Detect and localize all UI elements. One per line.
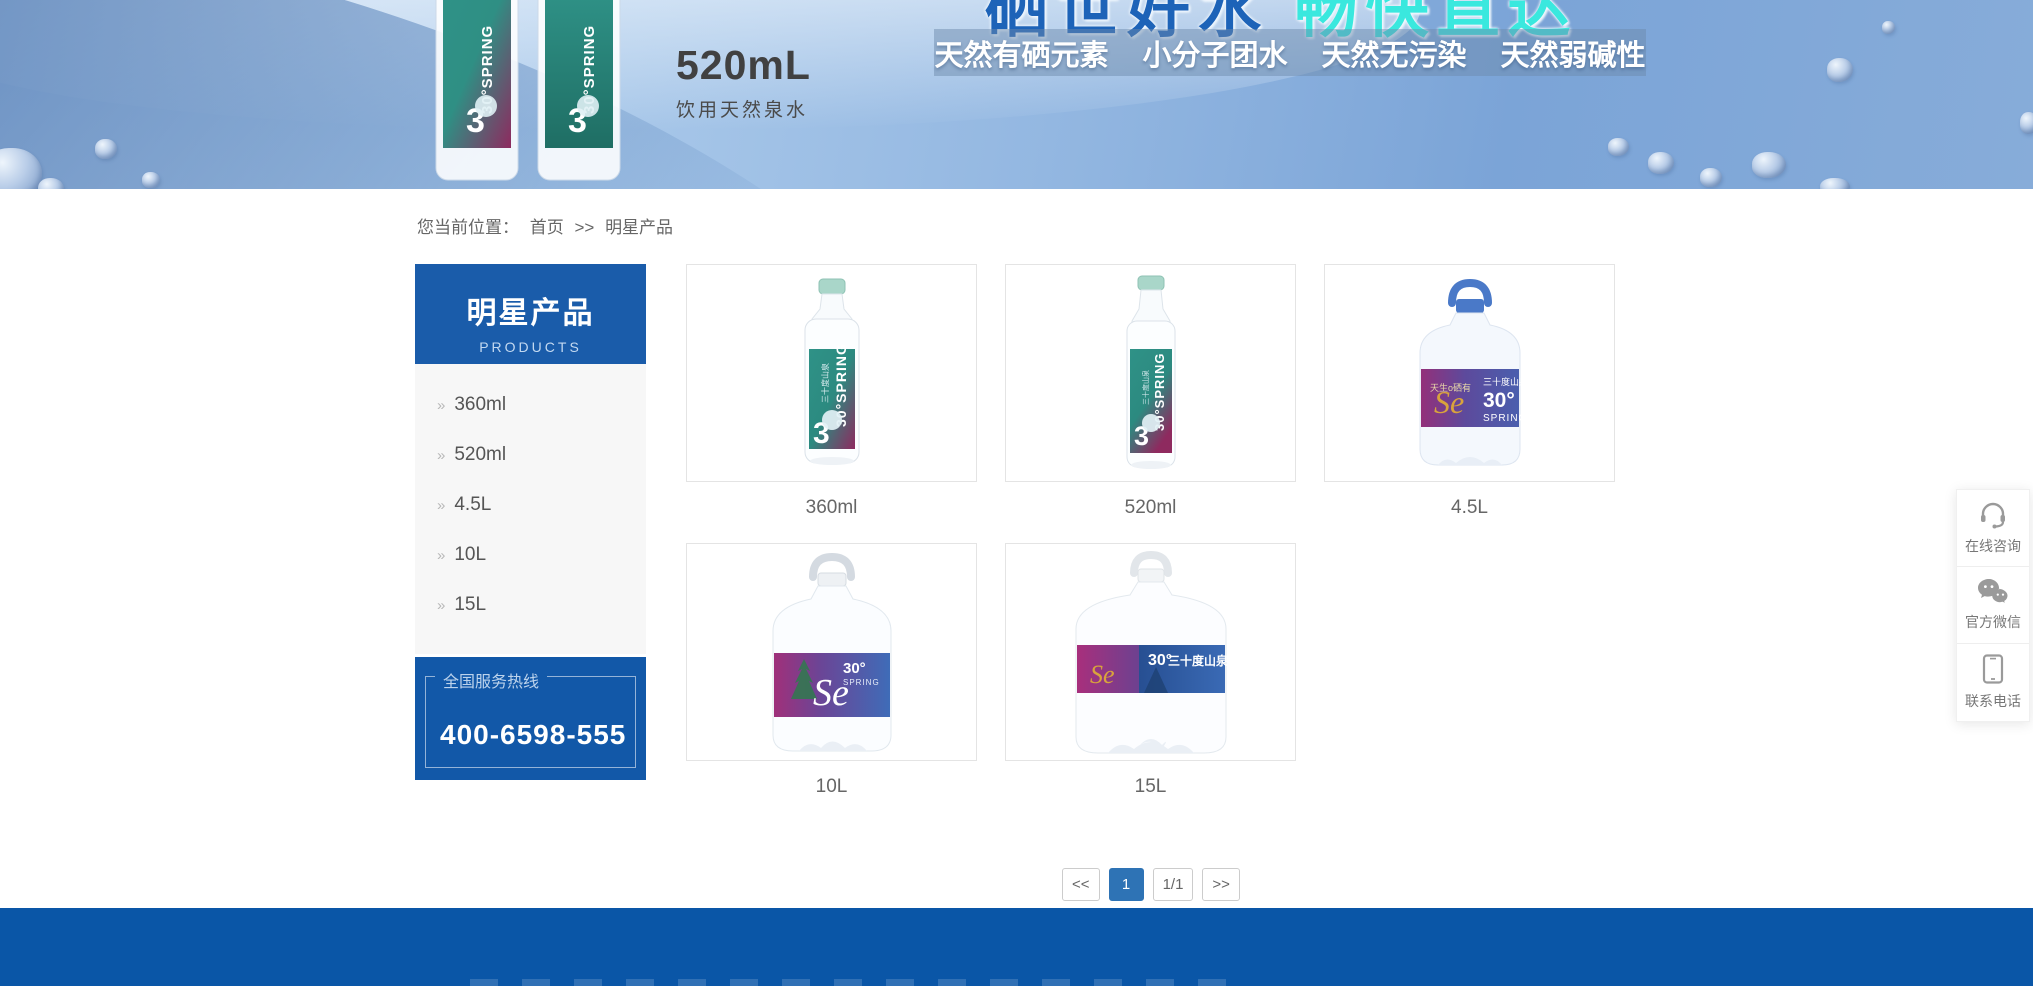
- product-card-4-5l[interactable]: Se 天生o硒有 三十度山泉 30° SPRING 4.5L: [1324, 264, 1615, 543]
- svg-text:三十度山泉: 三十度山泉: [1168, 653, 1229, 668]
- svg-text:30°: 30°: [1483, 389, 1515, 412]
- page: 硒世好水 畅快直达 30°SPRING 3 30°SPRING 3: [0, 0, 2033, 986]
- bottle-15l-image: Se 30° 三十度山泉: [1056, 549, 1246, 755]
- product-name: 360ml: [686, 482, 977, 543]
- svg-text:Se: Se: [1090, 660, 1115, 689]
- official-wechat-label: 官方微信: [1965, 612, 2021, 632]
- product-image-520ml: 30°SPRING 三十度山泉 3: [1005, 264, 1296, 482]
- sidebar-item-label: 10L: [454, 544, 486, 565]
- svg-text:天生o硒有: 天生o硒有: [1430, 382, 1471, 393]
- hotline-panel: 全国服务热线 400-6598-555: [415, 657, 646, 780]
- product-card-360ml[interactable]: 30°SPRING 三十度山泉 3 360ml: [686, 264, 977, 543]
- headset-icon: [1978, 501, 2008, 529]
- product-name: 10L: [686, 761, 977, 822]
- water-drop: [1608, 138, 1629, 156]
- online-consult-label: 在线咨询: [1965, 536, 2021, 556]
- bottle-520ml-image: 30°SPRING 三十度山泉 3: [1096, 273, 1206, 473]
- svg-text:三十度山泉: 三十度山泉: [1141, 370, 1150, 405]
- product-card-15l[interactable]: Se 30° 三十度山泉 15L: [1005, 543, 1296, 822]
- water-drop: [1648, 152, 1674, 174]
- svg-text:30°: 30°: [843, 660, 866, 677]
- breadcrumb-separator: >>: [574, 218, 594, 237]
- sidebar-item-10l[interactable]: » 10L: [415, 530, 646, 580]
- banner-bottles-image: 30°SPRING 3 30°SPRING 3: [428, 0, 628, 186]
- svg-text:SPRING: SPRING: [843, 678, 880, 687]
- phone-icon: [1982, 654, 2004, 684]
- product-image-4-5l: Se 天生o硒有 三十度山泉 30° SPRING: [1324, 264, 1615, 482]
- product-name: 15L: [1005, 761, 1296, 822]
- sidebar-header: 明星产品 PRODUCTS: [415, 264, 646, 364]
- breadcrumb: 您当前位置： 首页 >> 明星产品: [0, 189, 2033, 238]
- chevron-right-icon: »: [437, 597, 445, 614]
- chevron-right-icon: »: [437, 447, 445, 464]
- sidebar-item-15l[interactable]: » 15L: [415, 580, 646, 630]
- online-consult-button[interactable]: 在线咨询: [1957, 490, 2029, 567]
- breadcrumb-current: 明星产品: [605, 218, 673, 237]
- chevron-right-icon: »: [437, 497, 445, 514]
- sidebar: 明星产品 PRODUCTS » 360ml » 520ml » 4.5L » 10L »…: [415, 264, 646, 780]
- sidebar-title: 明星产品: [415, 264, 646, 332]
- product-name: 520ml: [1005, 482, 1296, 543]
- product-name: 4.5L: [1324, 482, 1615, 543]
- sidebar-item-4-5l[interactable]: » 4.5L: [415, 480, 646, 530]
- hotline-label: 全国服务热线: [435, 668, 547, 692]
- water-drop: [1882, 21, 1895, 34]
- sidebar-item-520ml[interactable]: » 520ml: [415, 430, 646, 480]
- water-drop: [1827, 58, 1853, 82]
- wechat-icon: [1977, 578, 2009, 605]
- contact-phone-label: 联系电话: [1965, 691, 2021, 711]
- feature-item: 天然弱碱性: [1501, 32, 1646, 74]
- water-drop: [1700, 168, 1722, 187]
- bottle-4-5l-image: Se 天生o硒有 三十度山泉 30° SPRING: [1390, 273, 1550, 473]
- product-grid: 30°SPRING 三十度山泉 3 360ml: [686, 264, 1616, 822]
- feature-item: 小分子团水: [1142, 32, 1287, 74]
- product-image-360ml: 30°SPRING 三十度山泉 3: [686, 264, 977, 482]
- product-card-10l[interactable]: Se 30° SPRING 10L: [686, 543, 977, 822]
- sidebar-item-label: 520ml: [454, 444, 506, 465]
- water-drop: [1820, 178, 1850, 189]
- breadcrumb-label: 您当前位置：: [417, 218, 519, 237]
- pagination: << 1 1/1 >>: [686, 868, 1616, 901]
- product-card-520ml[interactable]: 30°SPRING 三十度山泉 3 520ml: [1005, 264, 1296, 543]
- pagination-page-1-button[interactable]: 1: [1109, 868, 1144, 901]
- sidebar-menu: » 360ml » 520ml » 4.5L » 10L » 15L: [415, 364, 646, 654]
- svg-text:SPRING: SPRING: [1483, 413, 1527, 424]
- hotline-number: 400-6598-555: [440, 719, 626, 751]
- chevron-right-icon: »: [437, 397, 445, 414]
- breadcrumb-home-link[interactable]: 首页: [530, 218, 564, 237]
- sidebar-item-label: 360ml: [454, 394, 506, 415]
- water-drop: [1752, 152, 1786, 178]
- feature-item: 天然有硒元素: [934, 32, 1108, 74]
- official-wechat-button[interactable]: 官方微信: [1957, 567, 2029, 644]
- svg-text:三十度山泉: 三十度山泉: [820, 363, 830, 403]
- pagination-first-button[interactable]: <<: [1062, 868, 1100, 901]
- banner-volume-caption: 饮用天然泉水: [676, 95, 811, 122]
- product-image-10l: Se 30° SPRING: [686, 543, 977, 761]
- bottle-360ml-image: 30°SPRING 三十度山泉 3: [772, 275, 892, 471]
- feature-item: 天然无污染: [1322, 32, 1467, 74]
- sidebar-subtitle: PRODUCTS: [415, 339, 646, 355]
- contact-phone-button[interactable]: 联系电话: [1957, 644, 2029, 721]
- svg-text:三十度山泉: 三十度山泉: [1483, 376, 1528, 387]
- sidebar-item-label: 4.5L: [454, 494, 491, 515]
- main-content: 明星产品 PRODUCTS » 360ml » 520ml » 4.5L » 10L »…: [415, 264, 1616, 822]
- hero-banner: 硒世好水 畅快直达 30°SPRING 3 30°SPRING 3: [0, 0, 2033, 189]
- product-image-15l: Se 30° 三十度山泉: [1005, 543, 1296, 761]
- footer-links-cutoff: [470, 979, 1250, 986]
- footer: [0, 908, 2033, 986]
- banner-feature-bar: 天然有硒元素 小分子团水 天然无污染 天然弱碱性: [934, 29, 1646, 76]
- pagination-last-button[interactable]: >>: [1202, 868, 1240, 901]
- banner-volume-block: 520mL 饮用天然泉水: [676, 42, 811, 122]
- bottle-10l-image: Se 30° SPRING: [747, 549, 917, 755]
- floating-contact-bar: 在线咨询 官方微信 联系电话: [1956, 489, 2030, 722]
- pagination-info: 1/1: [1153, 868, 1194, 901]
- sidebar-item-360ml[interactable]: » 360ml: [415, 380, 646, 430]
- chevron-right-icon: »: [437, 547, 445, 564]
- water-drop: [2020, 112, 2033, 134]
- sidebar-item-label: 15L: [454, 594, 486, 615]
- banner-volume: 520mL: [676, 42, 811, 89]
